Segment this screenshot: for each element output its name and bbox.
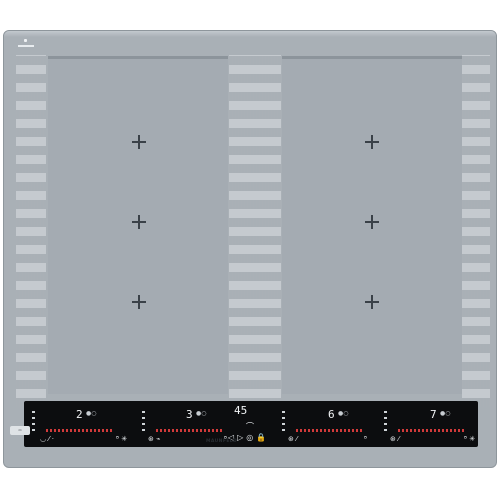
boost-icon: ●○ [338,410,349,417]
plus-icon[interactable]: ᴮ [364,435,367,443]
pause-icon[interactable]: ⌒ [246,421,254,432]
minus-icon[interactable]: ⊛ ⁄ [390,435,399,443]
brand-mark-icon [16,37,36,49]
decor-pattern-right [462,55,490,407]
zone-marker-icon [132,295,146,309]
zone-marker-icon [132,135,146,149]
zone-select-dots[interactable] [282,411,285,433]
minus-icon[interactable]: ◡ ⁄ · [40,435,54,443]
plus-icon[interactable]: ᴮ ✳ [116,435,127,443]
zone-select-dots[interactable] [142,411,145,433]
cooking-zone-left [48,56,228,394]
plus-icon[interactable]: ᴮ ✳ [464,435,475,443]
boost-icon: ●○ [440,410,451,417]
energy-badge: ▭ [10,426,30,435]
zone-level-display: 7 [430,408,437,421]
cooking-zone-right [282,56,462,394]
zone-select-dots[interactable] [32,411,35,433]
minus-icon[interactable]: ⊛ ⁄ [288,435,297,443]
control-panel: 2 ●○ ◡ ⁄ · ᴮ ✳ 3 ●○ ⊛ ⌁ ᴮ 45 ⌒ ◁▷◎🔒 6 ●○… [24,401,478,447]
zone-level-display: 3 [186,408,193,421]
power-slider[interactable] [46,429,114,432]
zone-select-dots[interactable] [384,411,387,433]
zone-marker-icon [132,215,146,229]
boost-icon: ●○ [86,410,97,417]
decor-pattern-left [16,55,46,407]
power-slider[interactable] [398,429,464,432]
decor-pattern-center [229,55,281,407]
boost-icon: ●○ [196,410,207,417]
hob-edge [4,31,496,37]
power-slider[interactable] [296,429,362,432]
power-slider[interactable] [156,429,222,432]
zone-control-1[interactable]: 2 ●○ ◡ ⁄ · ᴮ ✳ [24,401,132,447]
zone-level-display: 6 [328,408,335,421]
timer-display: 45 [234,404,248,417]
zone-marker-icon [365,135,379,149]
zone-marker-icon [365,295,379,309]
induction-hob: 2 ●○ ◡ ⁄ · ᴮ ✳ 3 ●○ ⊛ ⌁ ᴮ 45 ⌒ ◁▷◎🔒 6 ●○… [3,30,497,468]
zone-level-display: 2 [76,408,83,421]
zone-marker-icon [365,215,379,229]
zone-control-4[interactable]: 7 ●○ ⊛ ⁄ ᴮ ✳ [372,401,480,447]
zone-control-3[interactable]: 6 ●○ ⊛ ⁄ ᴮ [278,401,386,447]
keep-warm-icon[interactable]: ⊛ ⌁ [148,435,160,443]
brand-logo: MAUNFELD [206,439,238,444]
